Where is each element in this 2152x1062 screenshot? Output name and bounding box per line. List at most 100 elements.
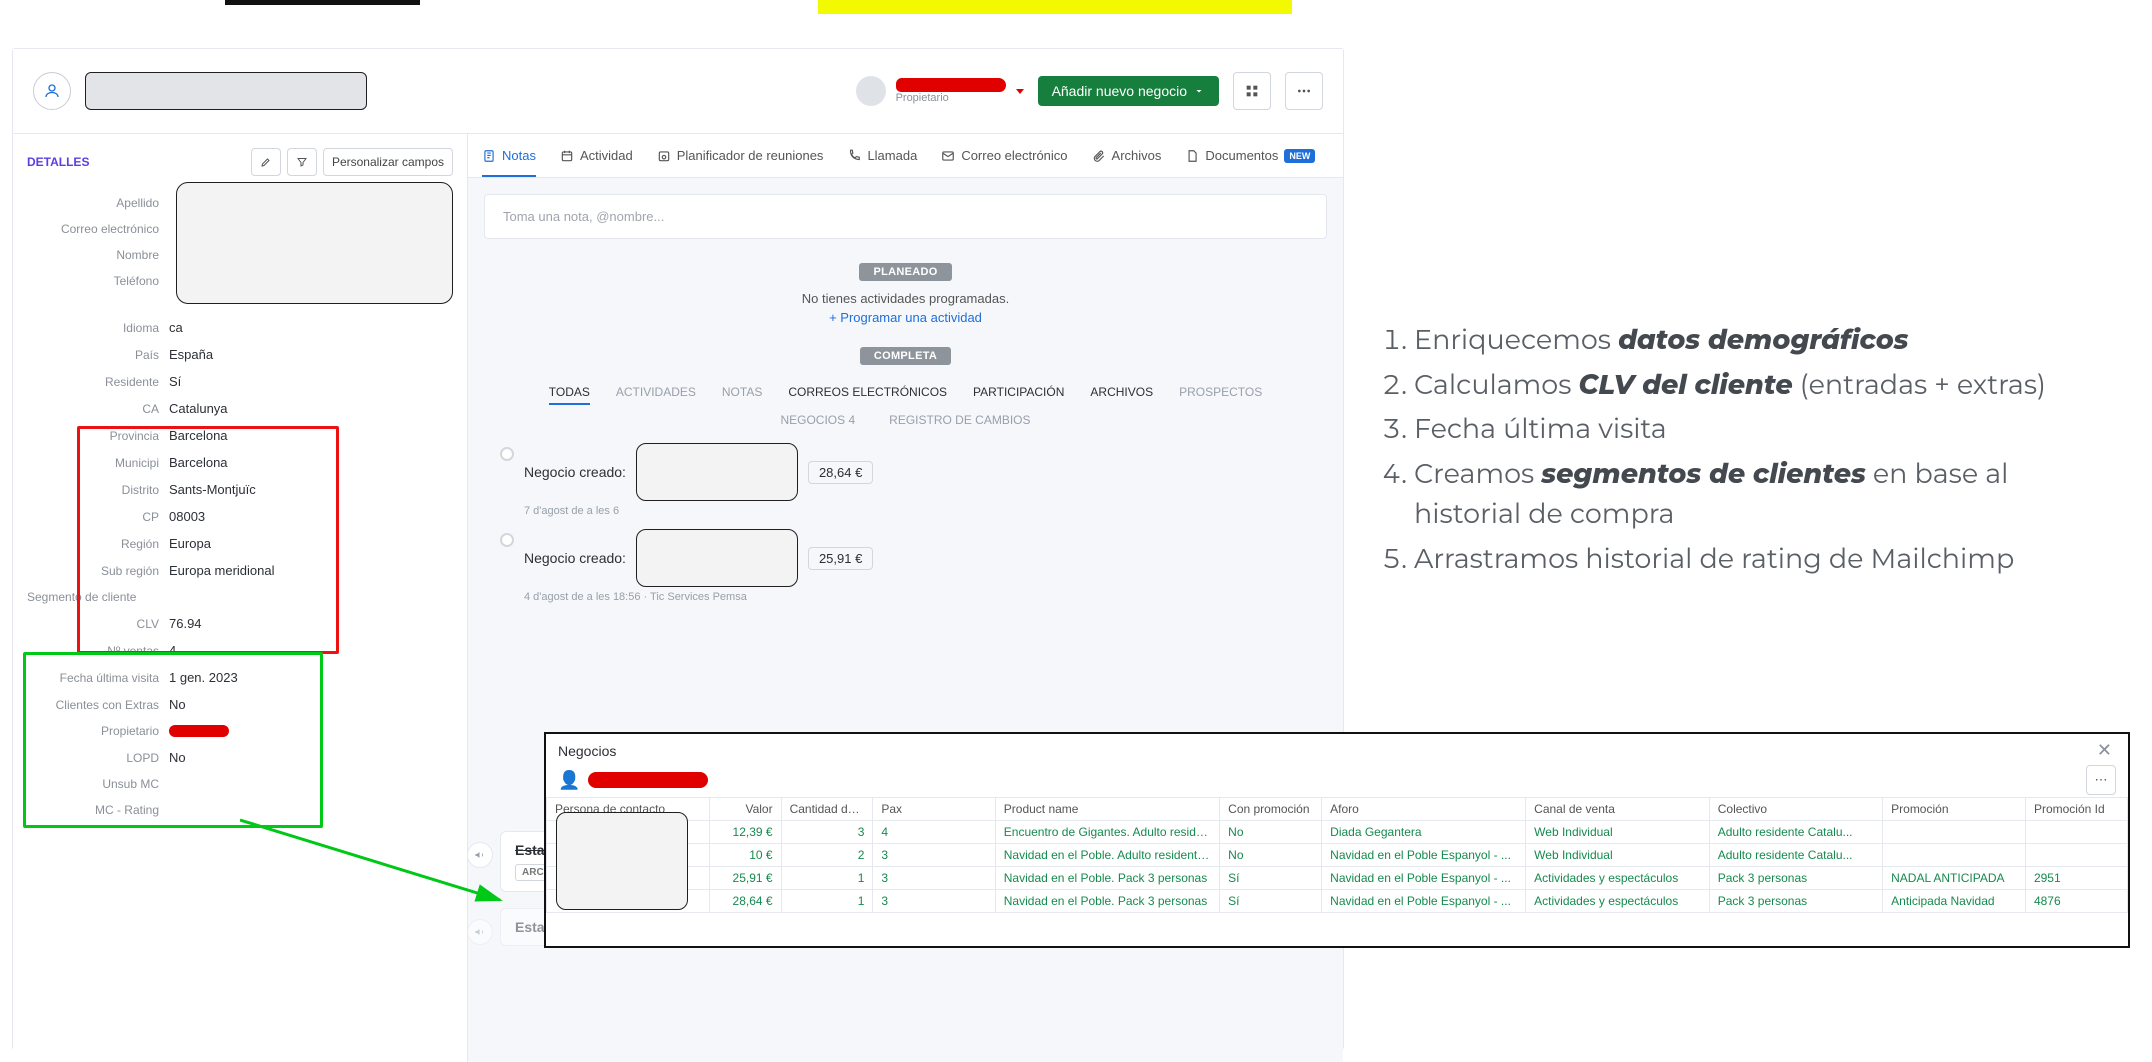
- edit-fields-button[interactable]: [251, 148, 281, 176]
- table-cell[interactable]: Navidad en el Poble Espanyol - ...: [1322, 890, 1526, 913]
- field-pais-value[interactable]: España: [169, 347, 213, 362]
- deals-column-header[interactable]: Cantidad de ...: [781, 798, 873, 821]
- filter-correos[interactable]: CORREOS ELECTRÓNICOS: [788, 385, 947, 405]
- table-cell[interactable]: 3: [873, 867, 995, 890]
- table-row[interactable]: 10 €23Navidad en el Poble. Adulto reside…: [547, 844, 2128, 867]
- tab-notas[interactable]: Notas: [482, 134, 536, 177]
- deals-column-header[interactable]: Promoción: [1883, 798, 2026, 821]
- table-cell[interactable]: 3: [781, 821, 873, 844]
- add-deal-button[interactable]: Añadir nuevo negocio: [1038, 76, 1219, 106]
- table-row[interactable]: 25,91 €13Navidad en el Poble. Pack 3 per…: [547, 867, 2128, 890]
- field-idioma-value[interactable]: ca: [169, 320, 183, 335]
- table-cell[interactable]: [1883, 844, 2026, 867]
- field-ca-value[interactable]: Catalunya: [169, 401, 228, 416]
- filter-prospectos[interactable]: PROSPECTOS: [1179, 385, 1262, 405]
- filter-registro[interactable]: REGISTRO DE CAMBIOS: [889, 413, 1030, 427]
- filter-todas[interactable]: TODAS: [549, 385, 590, 405]
- owner-chip[interactable]: Propietario: [856, 76, 1024, 106]
- table-cell[interactable]: No: [1220, 821, 1322, 844]
- table-cell[interactable]: Diada Gegantera: [1322, 821, 1526, 844]
- table-cell[interactable]: 2: [781, 844, 873, 867]
- filter-fields-button[interactable]: [287, 148, 317, 176]
- table-cell[interactable]: 1: [781, 867, 873, 890]
- tab-documentos[interactable]: DocumentosNEW: [1185, 134, 1315, 177]
- deals-column-header[interactable]: Aforo: [1322, 798, 1526, 821]
- filter-notas[interactable]: NOTAS: [722, 385, 762, 405]
- table-cell[interactable]: Navidad en el Poble. Pack 3 personas: [995, 890, 1219, 913]
- field-provincia-value[interactable]: Barcelona: [169, 428, 228, 443]
- table-cell[interactable]: 3: [873, 844, 995, 867]
- tab-planificador[interactable]: Planificador de reuniones: [657, 134, 824, 177]
- table-cell[interactable]: [2025, 821, 2127, 844]
- table-cell[interactable]: [1883, 821, 2026, 844]
- details-title[interactable]: DETALLES: [27, 155, 89, 169]
- table-row[interactable]: 28,64 €13Navidad en el Poble. Pack 3 per…: [547, 890, 2128, 913]
- tab-archivos[interactable]: Archivos: [1092, 134, 1162, 177]
- deals-column-header[interactable]: Valor: [710, 798, 781, 821]
- deals-column-header[interactable]: Promoción Id: [2025, 798, 2127, 821]
- table-cell[interactable]: [2025, 844, 2127, 867]
- tab-actividad[interactable]: Actividad: [560, 134, 633, 177]
- field-municipi-value[interactable]: Barcelona: [169, 455, 228, 470]
- customize-fields-button[interactable]: Personalizar campos: [323, 148, 453, 176]
- field-clv-value[interactable]: 76.94: [169, 616, 202, 631]
- table-cell[interactable]: 2951: [2025, 867, 2127, 890]
- deals-column-header[interactable]: Colectivo: [1709, 798, 1882, 821]
- table-cell[interactable]: 4876: [2025, 890, 2127, 913]
- table-cell[interactable]: Pack 3 personas: [1709, 890, 1882, 913]
- table-cell[interactable]: Navidad en el Poble Espanyol - ...: [1322, 867, 1526, 890]
- table-cell[interactable]: NADAL ANTICIPADA: [1883, 867, 2026, 890]
- table-cell[interactable]: 12,39 €: [710, 821, 781, 844]
- table-cell[interactable]: Anticipada Navidad: [1883, 890, 2026, 913]
- filter-participacion[interactable]: PARTICIPACIÓN: [973, 385, 1064, 405]
- tab-llamada[interactable]: Llamada: [847, 134, 917, 177]
- table-cell[interactable]: No: [1220, 844, 1322, 867]
- table-cell[interactable]: 1: [781, 890, 873, 913]
- grid-view-button[interactable]: [1233, 72, 1271, 110]
- field-cp-value[interactable]: 08003: [169, 509, 205, 524]
- table-cell[interactable]: 10 €: [710, 844, 781, 867]
- timeline-deal-item[interactable]: Negocio creado:25,91 €4 d'agost de a les…: [500, 529, 1311, 603]
- table-cell[interactable]: 25,91 €: [710, 867, 781, 890]
- filter-archivos[interactable]: ARCHIVOS: [1090, 385, 1153, 405]
- more-actions-button[interactable]: [1285, 72, 1323, 110]
- note-input[interactable]: Toma una nota, @nombre...: [484, 194, 1327, 239]
- table-cell[interactable]: Adulto residente Catalu...: [1709, 821, 1882, 844]
- filter-negocios[interactable]: NEGOCIOS 4: [780, 413, 855, 427]
- timeline-deal-item[interactable]: Negocio creado:28,64 €7 d'agost de a les…: [500, 443, 1311, 517]
- deals-column-header[interactable]: Con promoción: [1220, 798, 1322, 821]
- table-cell[interactable]: Web Individual: [1526, 844, 1710, 867]
- field-distrito-value[interactable]: Sants-Montjuïc: [169, 482, 256, 497]
- field-extras-value[interactable]: No: [169, 697, 186, 712]
- schedule-activity-link[interactable]: + Programar una actividad: [468, 310, 1343, 325]
- table-cell[interactable]: Sí: [1220, 890, 1322, 913]
- close-deals-button[interactable]: ✕: [2091, 740, 2118, 761]
- table-row[interactable]: 12,39 €34Encuentro de Gigantes. Adulto r…: [547, 821, 2128, 844]
- table-cell[interactable]: 28,64 €: [710, 890, 781, 913]
- table-cell[interactable]: Navidad en el Poble Espanyol - ...: [1322, 844, 1526, 867]
- tab-correo[interactable]: Correo electrónico: [941, 134, 1067, 177]
- table-cell[interactable]: 3: [873, 890, 995, 913]
- field-lopd-value[interactable]: No: [169, 750, 186, 765]
- table-cell[interactable]: Navidad en el Poble. Adulto residente C:: [995, 844, 1219, 867]
- field-region-value[interactable]: Europa: [169, 536, 211, 551]
- table-cell[interactable]: Navidad en el Poble. Pack 3 personas: [995, 867, 1219, 890]
- deals-column-header[interactable]: Product name: [995, 798, 1219, 821]
- table-cell[interactable]: Sí: [1220, 867, 1322, 890]
- deals-more-button[interactable]: ⋯: [2086, 765, 2116, 795]
- table-cell[interactable]: Web Individual: [1526, 821, 1710, 844]
- table-cell[interactable]: Actividades y espectáculos: [1526, 867, 1710, 890]
- field-propietario-value[interactable]: [169, 725, 229, 737]
- filter-actividades[interactable]: ACTIVIDADES: [616, 385, 696, 405]
- deals-column-header[interactable]: Pax: [873, 798, 995, 821]
- field-subregion-value[interactable]: Europa meridional: [169, 563, 275, 578]
- table-cell[interactable]: Adulto residente Catalu...: [1709, 844, 1882, 867]
- table-cell[interactable]: Encuentro de Gigantes. Adulto residente: [995, 821, 1219, 844]
- field-fecha-value[interactable]: 1 gen. 2023: [169, 670, 238, 685]
- table-cell[interactable]: Pack 3 personas: [1709, 867, 1882, 890]
- deals-column-header[interactable]: Canal de venta: [1526, 798, 1710, 821]
- field-residente-value[interactable]: Sí: [169, 374, 181, 389]
- table-cell[interactable]: Actividades y espectáculos: [1526, 890, 1710, 913]
- field-nventas-value[interactable]: 4: [169, 643, 176, 658]
- table-cell[interactable]: 4: [873, 821, 995, 844]
